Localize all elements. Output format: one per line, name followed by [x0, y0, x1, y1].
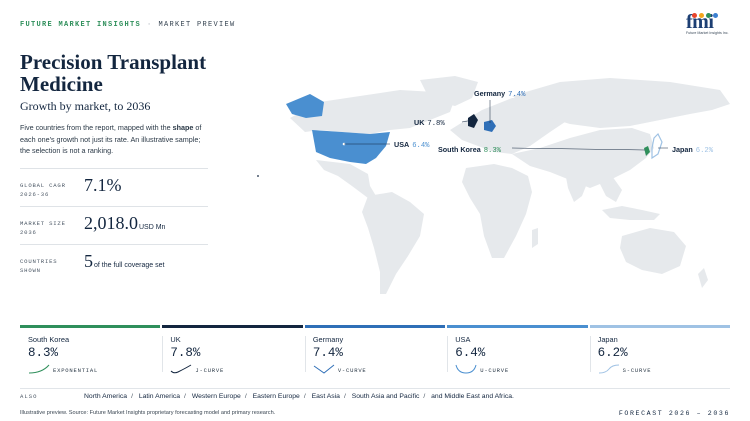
intro-before: Five countries from the report, mapped w…	[20, 123, 173, 132]
card-value: 8.3%	[28, 346, 59, 360]
stat-global-cagr: GLOBAL CAGR 2026-36 7.1%	[20, 168, 208, 206]
region-separator: /	[303, 393, 306, 400]
logo-tagline: Future Market Insights Inc.	[686, 31, 729, 35]
highlight-usa	[312, 130, 390, 164]
page-subtitle: Growth by market, to 2036	[20, 99, 151, 113]
card-value: 6.2%	[597, 346, 628, 360]
card-divider	[162, 336, 164, 372]
world-map: Germany 7.4% UK 7.8% USA 6.4% South Korea 8.…	[250, 68, 735, 313]
land-masses	[290, 76, 730, 294]
region-separator: /	[343, 393, 346, 400]
card-germany[interactable]: Germany 7.4% V-CURVE	[304, 325, 446, 374]
region-link[interactable]: South Asia and Pacific	[352, 393, 420, 400]
land-madagascar	[532, 228, 538, 248]
card-usa[interactable]: USA 6.4% U-CURVE	[447, 325, 588, 374]
region-separator: /	[423, 393, 426, 400]
land-mexico	[316, 160, 376, 198]
land-indonesia	[602, 206, 660, 220]
card-curve: EXPONENTIAL	[53, 367, 99, 374]
stat-countries: COUNTRIES SHOWN 5of the full coverage se…	[20, 244, 208, 282]
intro-text: Five countries from the report, mapped w…	[20, 122, 205, 157]
card-value: 7.4%	[312, 346, 343, 360]
footer-source: Illustrative preview. Source: Future Mar…	[20, 410, 276, 416]
card-country: USA	[455, 335, 471, 344]
also-regions: ALSO North America / Latin America / Weste…	[20, 388, 730, 400]
region-list: North America / Latin America / Western Eu…	[84, 393, 518, 400]
card-curve: U-CURVE	[480, 367, 509, 374]
stat-label: COUNTRIES SHOWN	[20, 258, 58, 274]
country-cards: South Korea 8.3% EXPONENTIAL UK 7.8% J-C…	[20, 325, 731, 374]
card-country: Japan	[597, 335, 618, 344]
also-label: ALSO	[20, 393, 38, 400]
card-country: Germany	[312, 335, 344, 344]
land-se-asia	[598, 176, 622, 202]
card-curve: J-CURVE	[195, 367, 225, 374]
highlight-japan	[651, 132, 663, 160]
footer: Illustrative preview. Source: Future Mar…	[20, 410, 730, 417]
region-separator: /	[131, 393, 133, 400]
map-label-uk[interactable]: UK 7.8%	[414, 118, 445, 128]
stat-label: GLOBAL CAGR 2026-36	[20, 182, 66, 198]
map-label-germany[interactable]: Germany 7.4%	[474, 89, 525, 99]
land-south-america	[362, 192, 424, 294]
card-divider	[304, 336, 306, 372]
card-divider	[589, 336, 591, 372]
card-value: 6.4%	[455, 346, 486, 360]
intro-bold: shape	[172, 123, 194, 132]
stat-value: 7.1%	[84, 175, 122, 195]
world-map-svg	[257, 76, 730, 294]
stat-value: 2,018.0USD Mn	[84, 213, 166, 233]
card-country: South Korea	[28, 335, 70, 344]
logo-dots	[692, 13, 718, 18]
region-link[interactable]: Eastern Europe	[253, 393, 300, 400]
region-link[interactable]: Latin America	[139, 393, 180, 400]
card-divider	[447, 336, 449, 372]
land-africa	[462, 164, 532, 258]
footer-forecast: FORECAST 2026 – 2036	[618, 410, 730, 417]
fmi-logo[interactable]: fmi Future Market Insights Inc.	[686, 12, 730, 42]
stat-value: 5of the full coverage set	[84, 251, 165, 271]
section-label: MARKET PREVIEW	[158, 21, 236, 29]
region-link[interactable]: Western Europe	[192, 393, 241, 400]
region-link[interactable]: East Asia	[312, 393, 340, 400]
region-separator: /	[184, 393, 186, 400]
j-curve-icon	[171, 364, 192, 374]
stat-label: MARKET SIZE 2036	[20, 220, 66, 236]
highlight-alaska	[286, 94, 324, 118]
u-curve-icon	[455, 364, 477, 374]
card-curve: S-CURVE	[622, 367, 652, 374]
brand-name: FUTURE MARKET INSIGHTS	[20, 21, 142, 29]
land-australia	[620, 228, 686, 274]
region-link[interactable]: and Middle East and Africa.	[431, 393, 514, 400]
header-separator: ·	[147, 21, 153, 29]
region-separator: /	[244, 393, 247, 400]
card-country: UK	[170, 335, 181, 344]
region-link[interactable]: North America	[84, 393, 127, 400]
card-south-korea[interactable]: South Korea 8.3% EXPONENTIAL	[20, 325, 161, 374]
land-new-zealand	[698, 268, 708, 288]
s-curve-icon	[598, 364, 619, 374]
card-value: 7.8%	[170, 346, 201, 360]
map-label-japan[interactable]: Japan 6.2%	[672, 145, 713, 155]
map-label-usa[interactable]: USA 6.4%	[394, 140, 429, 150]
top-bar: FUTURE MARKET INSIGHTS · MARKET PREVIEW	[20, 21, 236, 29]
card-uk[interactable]: UK 7.8% J-CURVE	[162, 325, 303, 374]
exponential-curve-icon	[28, 364, 50, 374]
card-curve: V-CURVE	[337, 367, 367, 374]
small-dot	[257, 175, 259, 177]
stat-market-size: MARKET SIZE 2036 2,018.0USD Mn	[20, 206, 208, 244]
map-label-south-korea[interactable]: South Korea 8.3%	[438, 145, 501, 155]
v-curve-icon	[313, 364, 335, 374]
card-japan[interactable]: Japan 6.2% S-CURVE	[589, 325, 731, 374]
page-title: Precision Transplant Medicine	[20, 50, 207, 96]
